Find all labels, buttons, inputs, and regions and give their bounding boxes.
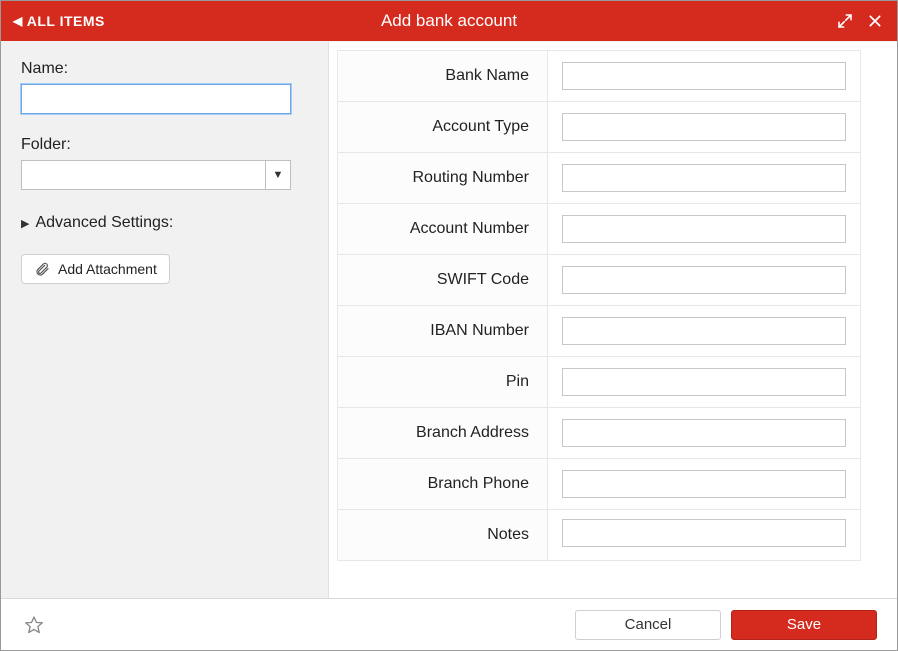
form-row: Bank Name [338, 51, 861, 102]
field-input[interactable] [562, 368, 846, 396]
name-label: Name: [21, 60, 308, 78]
field-label: Routing Number [338, 153, 548, 204]
name-input[interactable] [21, 84, 291, 114]
folder-label: Folder: [21, 136, 308, 154]
field-input-cell [548, 204, 861, 255]
caret-right-icon: ▶ [21, 217, 29, 230]
field-input[interactable] [562, 164, 846, 192]
back-label: ALL ITEMS [27, 13, 105, 29]
save-button[interactable]: Save [731, 610, 877, 640]
title-actions [837, 13, 897, 29]
field-input[interactable] [562, 519, 846, 547]
field-input[interactable] [562, 215, 846, 243]
field-input-cell [548, 306, 861, 357]
cancel-label: Cancel [625, 616, 672, 633]
advanced-settings-label: Advanced Settings: [35, 214, 173, 232]
field-input-cell [548, 51, 861, 102]
paperclip-icon [34, 261, 50, 277]
field-label: Account Number [338, 204, 548, 255]
form-row: Pin [338, 357, 861, 408]
form-row: Branch Phone [338, 459, 861, 510]
field-input-cell [548, 102, 861, 153]
field-input[interactable] [562, 266, 846, 294]
field-label: Notes [338, 510, 548, 561]
favorite-button[interactable] [21, 612, 47, 638]
field-input-cell [548, 408, 861, 459]
form-row: Routing Number [338, 153, 861, 204]
field-input-cell [548, 153, 861, 204]
add-bank-account-window: ◀ ALL ITEMS Add bank account [0, 0, 898, 651]
field-input-cell [548, 255, 861, 306]
folder-dropdown-button[interactable]: ▼ [265, 160, 291, 190]
back-all-items-button[interactable]: ◀ ALL ITEMS [1, 13, 117, 29]
field-label: Bank Name [338, 51, 548, 102]
close-icon[interactable] [867, 13, 883, 29]
field-label: Pin [338, 357, 548, 408]
field-input-cell [548, 510, 861, 561]
field-input[interactable] [562, 419, 846, 447]
add-attachment-button[interactable]: Add Attachment [21, 254, 170, 284]
window-title: Add bank account [1, 11, 897, 31]
field-label: Branch Address [338, 408, 548, 459]
expand-icon[interactable] [837, 13, 853, 29]
chevron-left-icon: ◀ [13, 14, 23, 28]
star-icon [24, 615, 44, 635]
left-pane: Name: Folder: ▼ ▶ Advanced Settings: [1, 42, 329, 598]
form-row: Account Number [338, 204, 861, 255]
right-pane[interactable]: Bank NameAccount TypeRouting NumberAccou… [329, 42, 897, 598]
field-input[interactable] [562, 62, 846, 90]
field-input[interactable] [562, 317, 846, 345]
form-row: Branch Address [338, 408, 861, 459]
chevron-down-icon: ▼ [273, 169, 284, 181]
cancel-button[interactable]: Cancel [575, 610, 721, 640]
form-table-body: Bank NameAccount TypeRouting NumberAccou… [338, 51, 861, 561]
advanced-settings-toggle[interactable]: ▶ Advanced Settings: [21, 214, 308, 232]
folder-input[interactable] [21, 160, 265, 190]
form-row: SWIFT Code [338, 255, 861, 306]
field-input-cell [548, 357, 861, 408]
footer: Cancel Save [1, 598, 897, 650]
form-table: Bank NameAccount TypeRouting NumberAccou… [337, 50, 861, 561]
add-attachment-label: Add Attachment [58, 261, 157, 277]
field-input[interactable] [562, 470, 846, 498]
field-label: IBAN Number [338, 306, 548, 357]
save-label: Save [787, 616, 821, 633]
form-row: IBAN Number [338, 306, 861, 357]
form-row: Notes [338, 510, 861, 561]
field-label: Account Type [338, 102, 548, 153]
folder-combobox[interactable]: ▼ [21, 160, 291, 190]
field-input[interactable] [562, 113, 846, 141]
titlebar: ◀ ALL ITEMS Add bank account [1, 1, 897, 41]
body: Name: Folder: ▼ ▶ Advanced Settings: [1, 41, 897, 598]
field-label: SWIFT Code [338, 255, 548, 306]
form-row: Account Type [338, 102, 861, 153]
field-input-cell [548, 459, 861, 510]
field-label: Branch Phone [338, 459, 548, 510]
